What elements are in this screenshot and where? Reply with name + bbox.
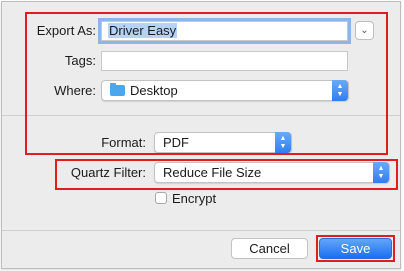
encrypt-checkbox[interactable] bbox=[155, 192, 167, 204]
cancel-button[interactable]: Cancel bbox=[231, 238, 308, 259]
highlight-box bbox=[25, 12, 388, 155]
encrypt-label: Encrypt bbox=[172, 191, 217, 206]
highlight-box bbox=[316, 235, 395, 262]
divider bbox=[2, 230, 400, 231]
highlight-box bbox=[55, 159, 398, 190]
save-dialog: Export As: Driver Easy ⌄ Tags: Where: De… bbox=[1, 1, 401, 269]
